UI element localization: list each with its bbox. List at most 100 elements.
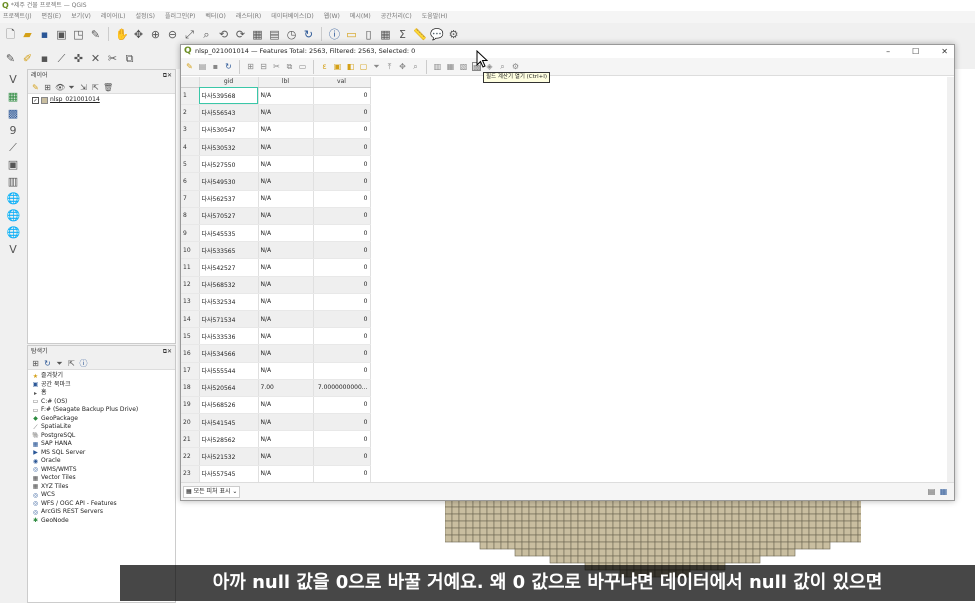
new-layer-icon[interactable]: V [7,243,20,256]
gid-cell[interactable]: 다사534566 [199,344,259,363]
val-cell[interactable]: 0 [313,224,371,243]
paste-icon[interactable]: ▭ [298,62,307,71]
lbl-cell[interactable]: N/A [258,344,314,363]
menu-item[interactable]: 데이터베이스(D) [271,11,313,23]
vertex-tool-icon[interactable]: ✜ [72,52,85,65]
lbl-cell[interactable]: N/A [258,362,314,380]
lbl-cell[interactable]: N/A [258,138,314,157]
lbl-cell[interactable]: N/A [258,413,314,432]
visibility-icon[interactable]: 👁 [55,83,65,92]
row-number-cell[interactable]: 6 [181,172,200,191]
table-row[interactable]: 10 다사533565 N/A 0 [181,241,371,260]
lbl-cell[interactable]: N/A [258,310,314,329]
multi-edit-icon[interactable]: ▤ [198,62,207,71]
table-row[interactable]: 17 다사555544 N/A 0 [181,362,371,380]
browser-item[interactable]: ◎ WCS [32,491,173,500]
add-wfs-icon[interactable]: 🌐 [7,209,21,222]
gid-cell[interactable]: 다사530532 [199,138,259,157]
expand-icon[interactable]: ⇲ [79,83,88,92]
row-number-cell[interactable]: 20 [181,413,200,432]
row-number-cell[interactable]: 10 [181,241,200,260]
vertical-scrollbar[interactable] [947,77,954,483]
close-icon[interactable]: ✕ [941,45,948,58]
gid-cell[interactable]: 다사562537 [199,190,259,208]
row-number-cell[interactable]: 14 [181,310,200,329]
menu-item[interactable]: 웹(W) [324,11,340,23]
gid-cell[interactable]: 다사556543 [199,104,259,122]
open-attribute-table-icon[interactable]: ▦ [379,28,392,41]
browser-item[interactable]: ⟋ SpatiaLite [32,423,173,432]
val-cell[interactable]: 0 [313,430,371,449]
row-number-cell[interactable]: 18 [181,379,200,397]
settings-icon[interactable]: ⚙ [447,28,460,41]
add-group-icon[interactable]: ⊞ [43,83,52,92]
val-cell[interactable]: 0 [313,413,371,432]
menu-item[interactable]: 메시(M) [350,11,371,23]
gid-cell[interactable]: 다사533536 [199,327,259,346]
val-cell[interactable]: 0 [313,190,371,208]
gid-cell[interactable]: 다사571534 [199,310,259,329]
add-raster-layer-icon[interactable]: ▦ [7,90,20,103]
val-cell[interactable]: 0 [313,276,371,294]
browser-item[interactable]: ✱ GeoNode [32,517,173,526]
row-number-cell[interactable]: 4 [181,138,200,157]
table-row[interactable]: 21 다사528562 N/A 0 [181,430,371,449]
zoom-to-selected-icon[interactable]: ⌕ [411,62,420,71]
add-spatialite-icon[interactable]: ⟋ [7,141,20,154]
refresh-icon[interactable]: ↻ [43,359,52,368]
identify-icon[interactable]: ⓘ [328,28,341,41]
lbl-cell[interactable]: N/A [258,465,314,483]
menu-item[interactable]: 래스터(R) [236,11,261,23]
val-cell[interactable]: 0 [313,172,371,191]
bookmark-icon[interactable]: ▤ [268,28,281,41]
reload-icon[interactable]: ↻ [224,62,233,71]
save-edits-icon[interactable]: ▪ [211,62,220,71]
browser-item[interactable]: ▭ F:# (Seagate Backup Plus Drive) [32,406,173,415]
row-number-cell[interactable]: 8 [181,207,200,226]
gid-cell[interactable]: 다사539568 [199,87,259,105]
browser-item[interactable]: ◆ GeoPackage [32,415,173,424]
delete-field-icon[interactable]: ▦ [446,62,455,71]
new-project-icon[interactable]: 🗋 [4,28,17,41]
browser-item[interactable]: ▣ 공간 북마크 [32,381,173,390]
filter-icon[interactable]: ⏷ [67,83,76,92]
gid-cell[interactable]: 다사557545 [199,465,259,483]
add-virtual-layer-icon[interactable]: ▣ [7,158,20,171]
gid-cell[interactable]: 다사545535 [199,224,259,243]
lbl-cell[interactable]: N/A [258,207,314,226]
menu-item[interactable]: 편집(E) [42,11,62,23]
invert-selection-icon[interactable]: ◧ [346,62,355,71]
gid-cell[interactable]: 다사521532 [199,447,259,466]
row-number-cell[interactable]: 21 [181,430,200,449]
lbl-cell[interactable]: N/A [258,172,314,191]
row-number-cell[interactable]: 19 [181,396,200,415]
add-vector-layer-icon[interactable]: V [7,73,20,86]
add-postgis-icon[interactable]: ▥ [7,175,20,188]
gid-cell[interactable]: 다사520564 [199,379,259,397]
layer-item[interactable]: ✓ nlsp_021001014 [32,96,173,105]
row-number-cell[interactable]: 2 [181,104,200,122]
browser-item[interactable]: 🐘 PostgreSQL [32,432,173,441]
save-project-icon[interactable]: ▪ [38,28,51,41]
temporal-icon[interactable]: ◷ [285,28,298,41]
zoom-map-icon[interactable]: ⌕ [498,62,507,71]
new-field-icon[interactable]: ▥ [433,62,442,71]
print-layout-icon[interactable]: ◳ [72,28,85,41]
row-number-cell[interactable]: 5 [181,155,200,174]
remove-layer-icon[interactable]: 🗑 [103,83,113,92]
table-row[interactable]: 7 다사562537 N/A 0 [181,190,371,208]
table-row[interactable]: 2 다사556543 N/A 0 [181,104,371,122]
browser-item[interactable]: ▸ 홈 [32,389,173,398]
gid-cell[interactable]: 다사555544 [199,362,259,380]
lbl-cell[interactable]: N/A [258,104,314,122]
val-cell[interactable]: 0 [313,104,371,122]
gid-cell[interactable]: 다사533565 [199,241,259,260]
menu-item[interactable]: 설정(S) [135,11,155,23]
browser-item[interactable]: ◎ WMS/WMTS [32,466,173,475]
menu-item[interactable]: 프로젝트(J) [3,11,32,23]
row-number-cell[interactable]: 16 [181,344,200,363]
lbl-cell[interactable]: N/A [258,276,314,294]
lbl-cell[interactable]: N/A [258,224,314,243]
row-number-cell[interactable]: 9 [181,224,200,243]
organize-columns-icon[interactable]: ▧ [459,62,468,71]
